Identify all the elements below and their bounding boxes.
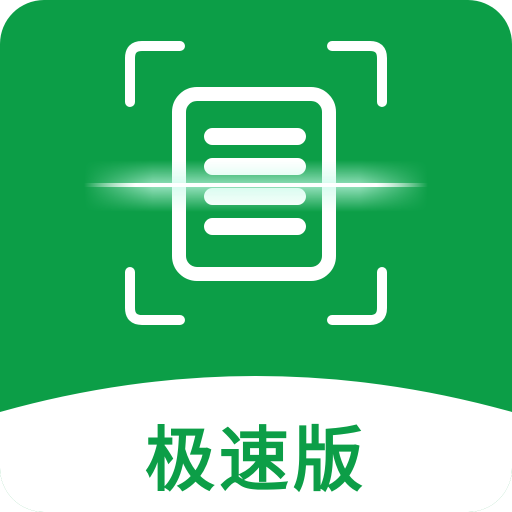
doc-line-4 bbox=[204, 218, 306, 235]
edition-label: 极速版 bbox=[145, 419, 367, 501]
app-icon: 极速版 bbox=[0, 0, 512, 512]
doc-line-1 bbox=[204, 128, 306, 145]
scan-line bbox=[84, 183, 428, 187]
